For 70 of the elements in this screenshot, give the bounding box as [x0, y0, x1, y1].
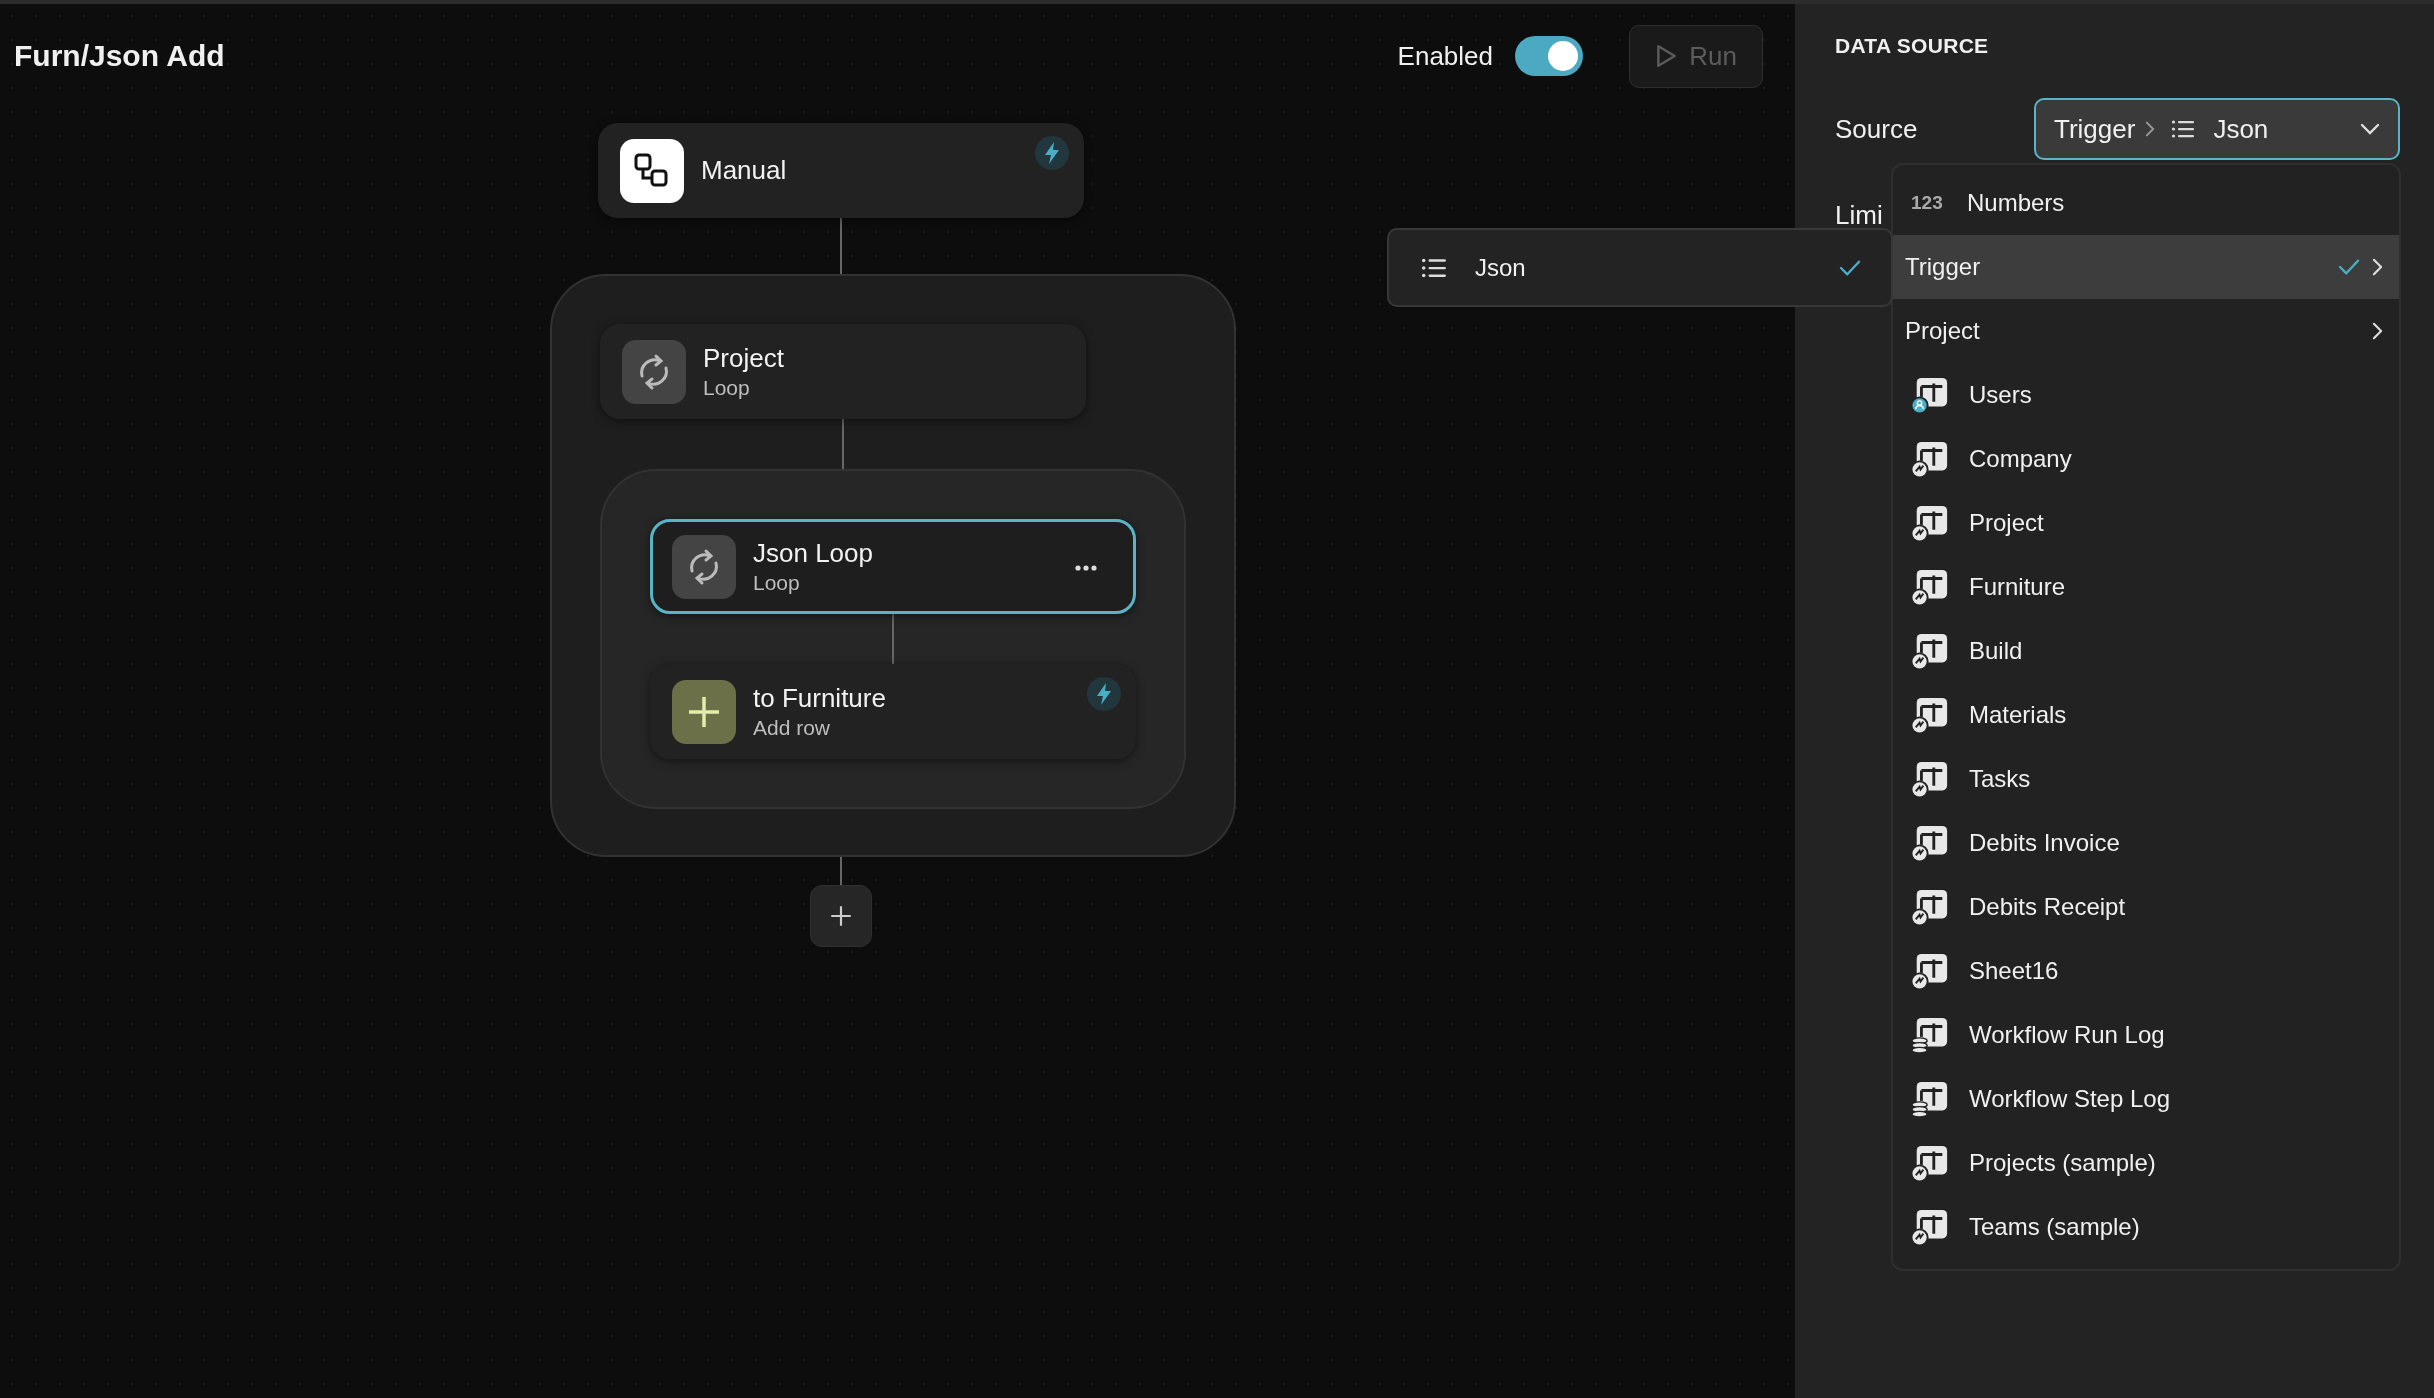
number-type-icon: 123 [1911, 192, 1947, 214]
source-option[interactable]: Project [1893, 299, 2399, 363]
source-option[interactable]: Sheet16 [1893, 939, 2399, 1003]
database-table-icon [1911, 1016, 1949, 1054]
step-type: Loop [753, 571, 801, 595]
user-table-icon [1911, 376, 1949, 414]
step-type: Add row [753, 716, 832, 740]
workflow-step-card[interactable]: to Furniture Add row [650, 664, 1136, 759]
source-option[interactable]: Debits Receipt [1893, 875, 2399, 939]
database-table-icon [1911, 1080, 1949, 1118]
synced-table-icon [1911, 888, 1949, 926]
source-option[interactable]: Workflow Step Log [1893, 1067, 2399, 1131]
synced-table-icon [1911, 824, 1949, 862]
enabled-label: Enabled [1397, 40, 1493, 72]
synced-table-icon [1911, 1208, 1949, 1246]
step-type: Loop [703, 376, 751, 400]
source-option[interactable]: Company [1893, 427, 2399, 491]
source-option[interactable]: Users [1893, 363, 2399, 427]
source-label: Source [1835, 113, 1918, 145]
list-icon [1421, 256, 1447, 279]
synced-table-icon [1911, 504, 1949, 542]
section-heading: DATA SOURCE [1835, 34, 1990, 58]
source-option[interactable]: Build [1893, 619, 2399, 683]
synced-table-icon [1911, 568, 1949, 606]
synced-table-icon [1911, 760, 1949, 798]
step-title: Json Loop [753, 538, 873, 569]
check-icon [1839, 258, 1861, 277]
chevron-right-icon [2145, 121, 2156, 137]
source-option[interactable]: Teams (sample) [1893, 1195, 2399, 1259]
source-option[interactable]: Project [1893, 491, 2399, 555]
list-icon [2171, 119, 2196, 139]
loop-icon [622, 339, 686, 404]
source-option[interactable]: Furniture [1893, 555, 2399, 619]
source-option[interactable]: Tasks [1893, 747, 2399, 811]
synced-table-icon [1911, 952, 1949, 990]
source-option[interactable]: Debits Invoice [1893, 811, 2399, 875]
linked-squares-icon [620, 138, 684, 203]
source-option[interactable]: Trigger [1893, 235, 2399, 299]
limit-label: Limi [1835, 200, 1883, 231]
connector-line [840, 857, 842, 885]
source-select[interactable]: Trigger Json [2034, 98, 2400, 160]
synced-table-icon [1911, 696, 1949, 734]
source-option[interactable]: Materials [1893, 683, 2399, 747]
source-option[interactable]: Workflow Run Log [1893, 1003, 2399, 1067]
plus-icon [828, 903, 854, 929]
loop-icon [672, 534, 736, 599]
submenu-option[interactable]: Json [1389, 230, 1891, 305]
connector-line [842, 419, 844, 469]
plus-icon [672, 679, 736, 744]
workflow-step-card[interactable]: Manual [598, 123, 1084, 218]
connector-line [840, 218, 842, 274]
check-icon [2338, 258, 2360, 276]
enabled-toggle[interactable] [1515, 36, 1583, 76]
caret-down-icon [2360, 123, 2380, 135]
connector-line [892, 614, 894, 664]
step-title: Project [703, 343, 784, 374]
source-path-label: Trigger [2054, 113, 2136, 145]
synced-table-icon [1911, 440, 1949, 478]
workflow-step-card[interactable]: Json Loop Loop [650, 519, 1136, 614]
more-icon[interactable] [1075, 565, 1097, 571]
source-option[interactable]: 123 Numbers [1893, 171, 2399, 235]
step-title: to Furniture [753, 683, 886, 714]
synced-table-icon [1911, 632, 1949, 670]
source-path-label: Json [2213, 113, 2269, 145]
workflow-step-card[interactable]: Project Loop [600, 324, 1086, 419]
workflow-title: Furn/Json Add [14, 39, 225, 73]
source-option[interactable]: Projects (sample) [1893, 1131, 2399, 1195]
step-title: Manual [701, 155, 787, 186]
play-icon [1655, 44, 1678, 68]
synced-table-icon [1911, 1144, 1949, 1182]
